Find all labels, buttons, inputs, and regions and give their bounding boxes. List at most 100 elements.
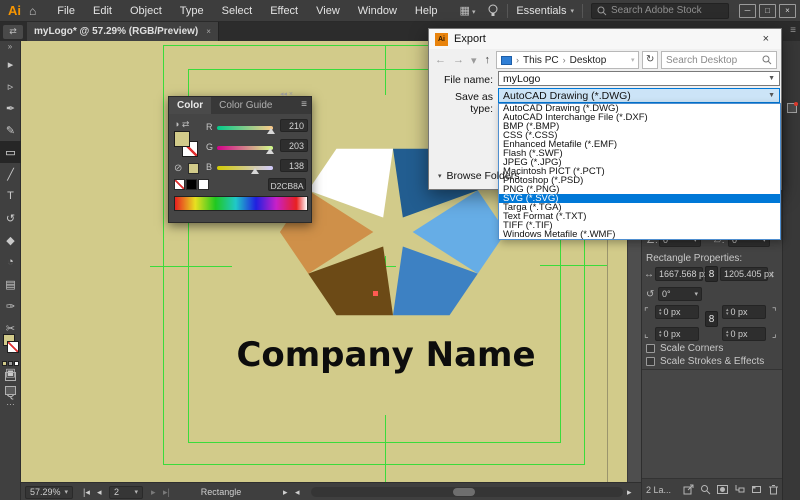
- panel-collapse-close-icons[interactable]: ◂◂ ×: [280, 90, 293, 98]
- zoom-level-dropdown[interactable]: 57.29%▾: [25, 486, 73, 499]
- tab-close-icon[interactable]: ×: [206, 27, 211, 36]
- menu-item[interactable]: Object: [121, 5, 171, 17]
- status-collapse-icon[interactable]: ◂: [295, 483, 300, 500]
- horizontal-scrollbar[interactable]: [311, 487, 623, 497]
- menu-item[interactable]: Effect: [261, 5, 307, 17]
- channel-value-field[interactable]: 210: [280, 119, 308, 132]
- last-artboard-icon[interactable]: ▸|: [163, 483, 170, 500]
- paintbrush-tool[interactable]: ✎: [0, 119, 21, 141]
- save-as-type-combobox[interactable]: AutoCAD Drawing (*.DWG) ▼: [498, 88, 780, 103]
- channel-slider-handle[interactable]: [266, 148, 274, 154]
- locate-object-icon[interactable]: [700, 484, 711, 495]
- file-type-option[interactable]: Macintosh PICT (*.PCT): [499, 167, 780, 176]
- swap-fill-stroke-icon[interactable]: ◑ ⇄: [174, 119, 189, 130]
- maximize-button[interactable]: □: [759, 4, 776, 18]
- dialog-close-icon[interactable]: ×: [757, 33, 775, 45]
- browse-folders-toggle[interactable]: ▾ Browse Folders: [438, 170, 519, 182]
- corner-radius-field[interactable]: ▴▾0 px: [722, 327, 766, 341]
- home-icon[interactable]: ⌂: [29, 4, 36, 18]
- black-swatch[interactable]: [186, 179, 197, 190]
- first-artboard-icon[interactable]: |◂: [83, 483, 90, 500]
- fill-swatch[interactable]: [174, 131, 190, 147]
- channel-value-field[interactable]: 203: [280, 139, 308, 152]
- scale-strokes-checkbox[interactable]: Scale Strokes & Effects: [646, 356, 764, 367]
- channel-slider-track[interactable]: [217, 126, 273, 130]
- file-type-option[interactable]: BMP (*.BMP): [499, 122, 780, 131]
- export-dialog-titlebar[interactable]: Ai Export ×: [429, 29, 781, 49]
- workspace-switcher[interactable]: Essentials▾: [516, 5, 574, 17]
- next-artboard-icon[interactable]: ▸: [151, 483, 156, 500]
- stock-search-input[interactable]: [611, 5, 723, 16]
- gradient-mode-swatch[interactable]: [8, 361, 13, 366]
- rotation-field[interactable]: 0°▾: [658, 287, 702, 301]
- collect-for-export-icon[interactable]: [683, 484, 694, 495]
- draw-mode-icon[interactable]: [5, 372, 16, 381]
- menu-item[interactable]: Select: [213, 5, 262, 17]
- file-type-option[interactable]: Windows Metafile (*.WMF): [499, 230, 780, 239]
- collapsed-panel-icon[interactable]: [787, 103, 797, 113]
- none-swatch[interactable]: [174, 179, 185, 190]
- eraser-tool[interactable]: ◆: [0, 229, 21, 251]
- channel-slider-track[interactable]: [217, 146, 273, 150]
- chevron-down-icon[interactable]: ▼: [764, 75, 779, 82]
- breadcrumb-this-pc[interactable]: This PC: [523, 55, 559, 66]
- scale-corners-checkbox[interactable]: Scale Corners: [646, 343, 723, 354]
- tab-color[interactable]: Color: [169, 97, 211, 114]
- stock-search-box[interactable]: [591, 3, 729, 19]
- last-color-swatch[interactable]: [188, 163, 199, 174]
- make-mask-icon[interactable]: [717, 484, 728, 495]
- channel-slider-handle[interactable]: [251, 168, 259, 174]
- checkbox-icon[interactable]: [646, 344, 655, 353]
- refresh-icon[interactable]: ↻: [642, 51, 658, 69]
- link-dimensions-icon[interactable]: 8: [705, 266, 718, 282]
- dialog-search-input[interactable]: [666, 55, 762, 66]
- scroll-right-icon[interactable]: ▸: [627, 483, 632, 500]
- forward-icon[interactable]: →: [451, 54, 466, 66]
- color-spectrum-bar[interactable]: [174, 196, 308, 211]
- whats-new-bulb-icon[interactable]: [487, 4, 499, 18]
- tab-color-guide[interactable]: Color Guide: [211, 97, 280, 114]
- company-name-text[interactable]: Company Name: [171, 335, 601, 375]
- breadcrumb-desktop[interactable]: Desktop: [570, 55, 607, 66]
- file-type-option[interactable]: AutoCAD Interchange File (*.DXF): [499, 113, 780, 122]
- panel-menu-icon[interactable]: ≡: [790, 25, 796, 36]
- channel-slider-handle[interactable]: [267, 128, 275, 134]
- file-type-option[interactable]: TIFF (*.TIF): [499, 221, 780, 230]
- new-layer-icon[interactable]: [751, 484, 762, 495]
- shape-builder-tool[interactable]: ◔: [0, 251, 21, 273]
- address-bar[interactable]: › This PC › Desktop ▾: [496, 51, 639, 69]
- file-type-option[interactable]: Photoshop (*.PSD): [499, 176, 780, 185]
- arrange-documents-icon[interactable]: ⇄: [3, 25, 23, 39]
- menu-item[interactable]: Window: [349, 5, 406, 17]
- white-swatch[interactable]: [198, 179, 209, 190]
- line-segment-tool[interactable]: ╱: [0, 163, 21, 185]
- checkbox-icon[interactable]: [646, 357, 655, 366]
- rotate-tool[interactable]: ↺: [0, 207, 21, 229]
- status-expand-icon[interactable]: ▸: [283, 483, 288, 500]
- corner-radius-field[interactable]: ▴▾0 px: [722, 305, 766, 319]
- back-icon[interactable]: ←: [433, 54, 448, 66]
- panel-menu-icon[interactable]: ≡: [301, 99, 307, 110]
- width-field[interactable]: 1667.568 px: [655, 267, 703, 281]
- direct-selection-tool[interactable]: ▹: [0, 75, 21, 97]
- artboard-navigation[interactable]: 2▾: [109, 486, 143, 499]
- minimize-button[interactable]: ─: [739, 4, 756, 18]
- file-type-option[interactable]: JPEG (*.JPG): [499, 158, 780, 167]
- menu-item[interactable]: View: [307, 5, 349, 17]
- new-sublayer-icon[interactable]: [734, 484, 745, 495]
- pen-tool[interactable]: ✒: [0, 97, 21, 119]
- file-type-option[interactable]: CSS (*.CSS): [499, 131, 780, 140]
- anchor-point[interactable]: [373, 291, 378, 296]
- address-dropdown-icon[interactable]: ▾: [631, 56, 635, 64]
- file-type-option[interactable]: Enhanced Metafile (*.EMF): [499, 140, 780, 149]
- prev-artboard-icon[interactable]: ◂: [97, 483, 102, 500]
- recent-locations-icon[interactable]: ▾: [469, 54, 479, 67]
- stroke-color-swatch[interactable]: [7, 341, 19, 353]
- file-type-option[interactable]: Targa (*.TGA): [499, 203, 780, 212]
- menu-item[interactable]: Edit: [84, 5, 121, 17]
- file-name-input[interactable]: [499, 73, 764, 85]
- toolbar-more-icon[interactable]: …: [0, 397, 21, 407]
- file-type-option[interactable]: SVG (*.SVG): [499, 194, 780, 203]
- file-type-option[interactable]: AutoCAD Drawing (*.DWG): [499, 104, 780, 113]
- channel-slider-track[interactable]: [217, 166, 273, 170]
